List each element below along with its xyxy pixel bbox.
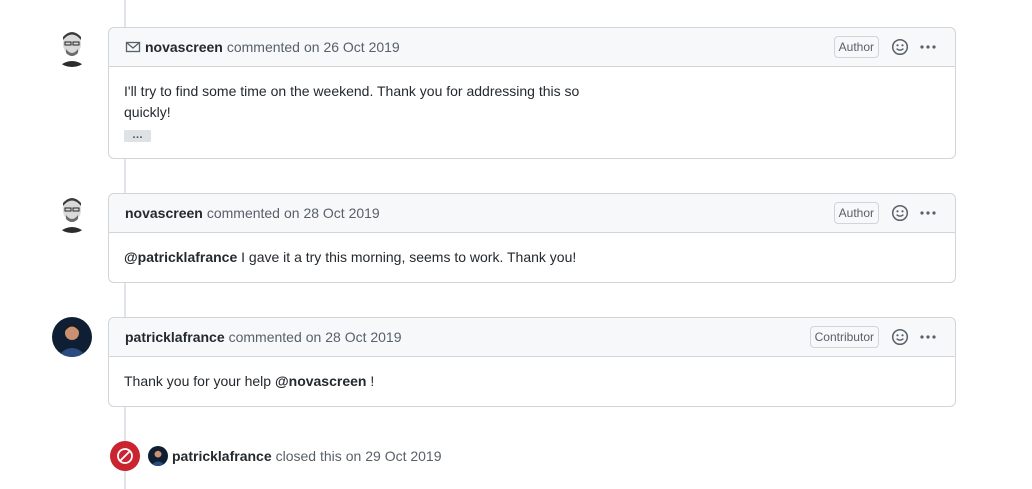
comment-text-line: I'll try to find some time on the weeken…	[124, 83, 580, 99]
comment-text-suffix: !	[366, 373, 375, 389]
closed-event: patricklafrance closed this on 29 Oct 20…	[110, 441, 442, 471]
comment-text-line: quickly!	[124, 104, 171, 120]
comment-header: novascreen commented on 28 Oct 2019 Auth…	[109, 194, 955, 233]
comment-body: Thank you for your help @novascreen !	[109, 357, 955, 406]
comment-2: novascreen commented on 28 Oct 2019 Auth…	[108, 193, 956, 283]
comment-body: I'll try to find some time on the weeken…	[109, 67, 955, 158]
kebab-horizontal-icon[interactable]	[917, 326, 939, 348]
comment-header: novascreen commented on 26 Oct 2019 Auth…	[109, 28, 955, 67]
avatar-patricklafrance[interactable]	[52, 317, 92, 357]
kebab-horizontal-icon[interactable]	[917, 202, 939, 224]
kebab-horizontal-icon[interactable]	[917, 36, 939, 58]
comment-1: novascreen commented on 26 Oct 2019 Auth…	[108, 27, 956, 159]
user-mention[interactable]: @patricklafrance	[124, 249, 237, 265]
event-action: closed this	[275, 448, 342, 464]
contributor-badge: Contributor	[809, 326, 879, 348]
smiley-icon[interactable]	[889, 36, 911, 58]
comment-action: commented	[226, 39, 300, 55]
comment-3: patricklafrance commented on 28 Oct 2019…	[108, 317, 956, 407]
comment-text: I gave it a try this morning, seems to w…	[237, 249, 577, 265]
show-hidden-text-button[interactable]: …	[124, 130, 151, 142]
comment-date[interactable]: on 28 Oct 2019	[306, 329, 402, 345]
comment-body: @patricklafrance I gave it a try this mo…	[109, 233, 955, 282]
comment-author[interactable]: patricklafrance	[125, 329, 225, 345]
comment-header: patricklafrance commented on 28 Oct 2019…	[109, 318, 955, 357]
comment-author[interactable]: novascreen	[145, 39, 223, 55]
comment-author[interactable]: novascreen	[125, 205, 203, 221]
smiley-icon[interactable]	[889, 326, 911, 348]
comment-action: commented	[228, 329, 302, 345]
author-badge: Author	[833, 202, 879, 224]
event-author[interactable]: patricklafrance	[172, 448, 272, 464]
user-mention[interactable]: @novascreen	[275, 373, 366, 389]
author-badge: Author	[833, 36, 879, 58]
avatar-patricklafrance[interactable]	[148, 446, 168, 466]
circle-slash-icon	[110, 441, 140, 471]
comment-action: commented	[206, 205, 280, 221]
event-date[interactable]: on 29 Oct 2019	[346, 448, 442, 464]
comment-date[interactable]: on 28 Oct 2019	[284, 205, 380, 221]
comment-date[interactable]: on 26 Oct 2019	[304, 39, 400, 55]
avatar-novascreen[interactable]	[52, 27, 92, 67]
mail-icon	[125, 39, 141, 55]
comment-text: Thank you for your help	[124, 373, 275, 389]
avatar-novascreen[interactable]	[52, 193, 92, 233]
smiley-icon[interactable]	[889, 202, 911, 224]
